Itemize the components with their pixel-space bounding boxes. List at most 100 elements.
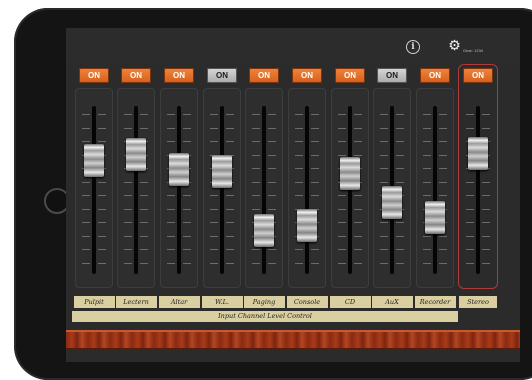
on-button-cd[interactable]: ON	[335, 68, 365, 83]
fader-tick	[439, 235, 447, 237]
fader-tick	[338, 141, 346, 142]
fader-tick	[268, 168, 276, 169]
fader-tick	[82, 249, 90, 250]
fader-tick	[268, 208, 276, 210]
fader-tick	[439, 262, 447, 264]
fader-tick	[311, 114, 319, 115]
fader-tick	[439, 127, 447, 129]
fader-track-recorder[interactable]	[433, 106, 437, 274]
fader-tick	[311, 262, 319, 264]
fader-tick	[268, 154, 276, 156]
fader-tick	[423, 249, 431, 250]
channel-label-lectern: Lectern	[115, 296, 157, 308]
fader-tick	[268, 195, 276, 196]
fader-tick	[226, 249, 234, 250]
fader-tick	[396, 127, 404, 129]
fader-tick	[140, 249, 148, 250]
on-button-console[interactable]: ON	[292, 68, 322, 83]
fader-tick	[183, 114, 191, 115]
channel-label-console: Console	[286, 296, 328, 308]
gear-icon[interactable]: ⚙	[448, 38, 461, 52]
fader-tick	[82, 262, 90, 264]
fader-knob-pulpit[interactable]	[84, 143, 104, 177]
fader-tick	[140, 235, 148, 237]
fader-tick	[380, 249, 388, 250]
fader-knob-lectern[interactable]	[126, 138, 146, 172]
fader-tick	[439, 114, 447, 115]
fader-tick	[338, 262, 346, 264]
fader-tick	[98, 249, 106, 250]
fader-tick	[167, 208, 175, 210]
on-button-paging[interactable]: ON	[249, 68, 279, 83]
fader-tick	[167, 235, 175, 237]
fader-tick	[354, 141, 362, 142]
fader-tick	[183, 235, 191, 237]
fader-track-pulpit[interactable]	[92, 106, 96, 274]
fader-tick	[183, 222, 191, 223]
fader-knob-aux[interactable]	[382, 185, 402, 219]
on-button-aux[interactable]: ON	[377, 68, 407, 83]
on-button-w-l[interactable]: ON	[207, 68, 237, 83]
fader-tick	[124, 222, 132, 223]
fader-tick	[295, 262, 303, 264]
on-button-pulpit[interactable]: ON	[79, 68, 109, 83]
fader-tick	[354, 154, 362, 156]
fader-knob-paging[interactable]	[254, 214, 274, 247]
fader-track-altar[interactable]	[177, 106, 181, 274]
fader-knob-w-l[interactable]	[212, 154, 232, 188]
fader-tick	[396, 114, 404, 115]
fader-tick	[354, 195, 362, 196]
fader-tick	[124, 195, 132, 196]
channel-label-altar: Altar	[158, 296, 200, 308]
fader-tick	[311, 141, 319, 142]
fader-tick	[124, 127, 132, 129]
fader-tick	[226, 208, 234, 210]
fader-knob-recorder[interactable]	[425, 200, 445, 234]
fader-knob-cd[interactable]	[340, 157, 360, 191]
fader-tick	[140, 195, 148, 196]
fader-tick	[439, 154, 447, 156]
on-button-altar[interactable]: ON	[164, 68, 194, 83]
fader-tick	[98, 114, 106, 115]
fader-tick	[396, 141, 404, 142]
fader-tick	[439, 249, 447, 250]
fader-track-console[interactable]	[305, 106, 309, 274]
fader-knob-altar[interactable]	[169, 153, 189, 187]
fader-tick	[252, 154, 260, 156]
fader-tick	[439, 168, 447, 169]
fader-tick	[354, 235, 362, 237]
fader-tick	[396, 262, 404, 264]
fader-tick	[338, 208, 346, 210]
fader-tick	[338, 235, 346, 237]
fader-tick	[439, 195, 447, 196]
fader-tick	[423, 195, 431, 196]
channel-label-stereo: Stereo	[459, 296, 497, 308]
fader-track-lectern[interactable]	[134, 106, 138, 274]
fader-tick	[183, 262, 191, 264]
fader-tick	[354, 208, 362, 210]
fader-tick	[423, 168, 431, 169]
info-icon[interactable]: i	[406, 40, 420, 54]
fader-tick	[423, 262, 431, 264]
fader-tick	[210, 222, 218, 223]
fader-tick	[354, 262, 362, 264]
fader-tick	[82, 114, 90, 115]
fader-tick	[252, 208, 260, 210]
fader-tick	[140, 262, 148, 264]
fader-tick	[295, 114, 303, 115]
fader-track-paging[interactable]	[262, 106, 266, 274]
fader-tick	[252, 195, 260, 196]
fader-tick	[354, 249, 362, 250]
fader-tick	[295, 141, 303, 142]
on-button-recorder[interactable]: ON	[420, 68, 450, 83]
fader-tick	[167, 127, 175, 129]
fader-tick	[396, 168, 404, 169]
fader-tick	[98, 262, 106, 264]
fader-tick	[268, 181, 276, 183]
on-button-lectern[interactable]: ON	[121, 68, 151, 83]
fader-tick	[82, 208, 90, 210]
fader-knob-console[interactable]	[297, 208, 317, 242]
fader-tick	[380, 168, 388, 169]
fader-track-w-l[interactable]	[220, 106, 224, 274]
fader-tick	[311, 154, 319, 156]
